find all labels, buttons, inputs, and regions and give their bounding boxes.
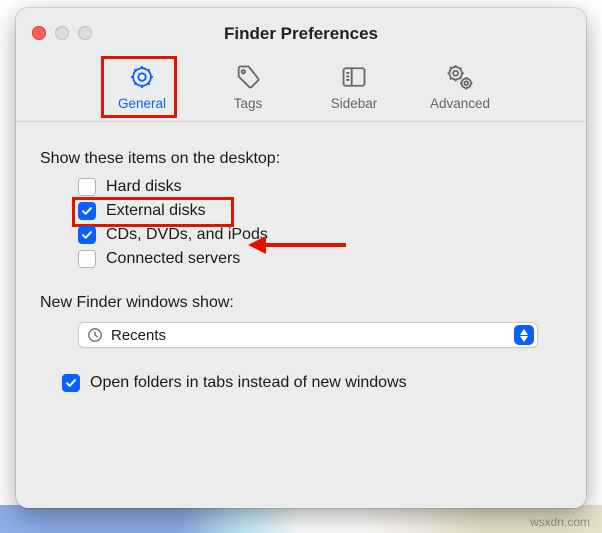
checkbox-open-in-tabs[interactable]: [62, 374, 80, 392]
checkbox-label-cds-dvds-ipods: CDs, DVDs, and iPods: [106, 226, 268, 244]
checkbox-connected-servers[interactable]: [78, 250, 96, 268]
checkbox-row-external-disks: External disks: [78, 202, 562, 220]
titlebar: Finder Preferences: [16, 8, 586, 60]
minimize-window-button[interactable]: [55, 26, 69, 40]
tab-tags-label: Tags: [234, 96, 263, 111]
checkbox-external-disks[interactable]: [78, 202, 96, 220]
checkbox-row-open-in-tabs: Open folders in tabs instead of new wind…: [62, 374, 562, 392]
sidebar-icon: [339, 62, 369, 92]
zoom-window-button[interactable]: [78, 26, 92, 40]
gears-icon: [445, 62, 475, 92]
checkbox-label-external-disks: External disks: [106, 202, 206, 220]
gear-icon: [127, 62, 157, 92]
new-windows-value: Recents: [111, 327, 506, 344]
checkbox-row-connected-servers: Connected servers: [78, 250, 562, 268]
tab-advanced-label: Advanced: [430, 96, 490, 111]
tab-general[interactable]: General: [107, 62, 177, 111]
new-windows-label: New Finder windows show:: [40, 294, 562, 312]
checkbox-cds-dvds-ipods[interactable]: [78, 226, 96, 244]
window-controls: [32, 26, 92, 40]
checkbox-row-hard-disks: Hard disks: [78, 178, 562, 196]
clock-icon: [87, 327, 103, 343]
tab-general-label: General: [118, 96, 166, 111]
watermark-text: wsxdn.com: [530, 515, 590, 529]
close-window-button[interactable]: [32, 26, 46, 40]
checkbox-label-hard-disks: Hard disks: [106, 178, 182, 196]
checkbox-label-connected-servers: Connected servers: [106, 250, 240, 268]
desktop-items-list: Hard disks External disks CDs, DVDs, and…: [78, 178, 562, 268]
window-title: Finder Preferences: [224, 24, 378, 44]
select-stepper-icon: [514, 325, 534, 345]
tab-sidebar[interactable]: Sidebar: [319, 62, 389, 111]
tab-sidebar-label: Sidebar: [331, 96, 378, 111]
tag-icon: [233, 62, 263, 92]
preferences-window: Finder Preferences General Tags: [16, 8, 586, 508]
checkbox-label-open-in-tabs: Open folders in tabs instead of new wind…: [90, 374, 407, 392]
tab-tags[interactable]: Tags: [213, 62, 283, 111]
tab-advanced[interactable]: Advanced: [425, 62, 495, 111]
checkbox-row-cds-dvds-ipods: CDs, DVDs, and iPods: [78, 226, 562, 244]
toolbar-tabs: General Tags Sideb: [16, 60, 586, 122]
general-pane: Show these items on the desktop: Hard di…: [16, 122, 586, 392]
desktop-items-label: Show these items on the desktop:: [40, 150, 562, 168]
checkbox-hard-disks[interactable]: [78, 178, 96, 196]
new-windows-select[interactable]: Recents: [78, 322, 538, 348]
